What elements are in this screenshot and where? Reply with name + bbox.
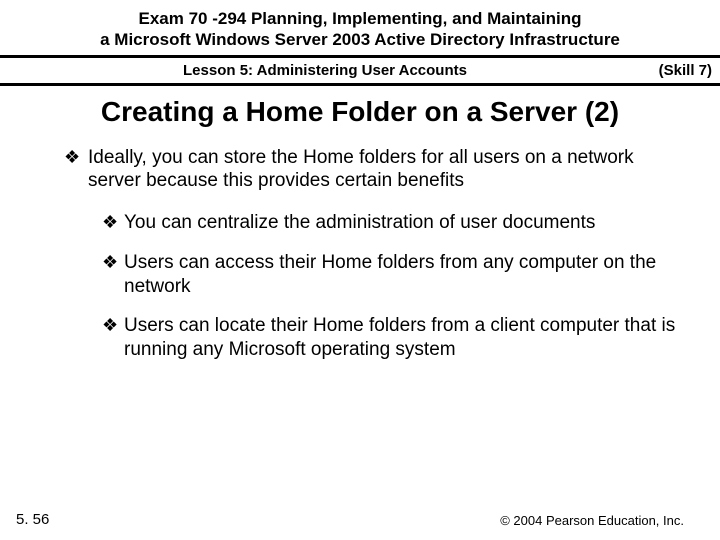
diamond-bullet-icon: ❖ (64, 146, 88, 194)
bullet-sub: ❖ Users can locate their Home folders fr… (102, 314, 680, 362)
subheader-bar: Lesson 5: Administering User Accounts (S… (0, 58, 720, 86)
footer: 5. 56 © 2004 Pearson Education, Inc. (0, 511, 720, 528)
diamond-bullet-icon: ❖ (102, 314, 124, 362)
bullet-main-text: Ideally, you can store the Home folders … (88, 146, 680, 194)
exam-header: Exam 70 -294 Planning, Implementing, and… (0, 0, 720, 58)
content-area: ❖ Ideally, you can store the Home folder… (0, 146, 720, 362)
bullet-sub-text: Users can locate their Home folders from… (124, 314, 680, 362)
bullet-sub: ❖ You can centralize the administration … (102, 211, 680, 235)
bullet-sub-text: You can centralize the administration of… (124, 211, 595, 235)
exam-line2: a Microsoft Windows Server 2003 Active D… (30, 29, 690, 50)
page-number: 5. 56 (16, 511, 49, 528)
bullet-main: ❖ Ideally, you can store the Home folder… (64, 146, 680, 194)
copyright-text: © 2004 Pearson Education, Inc. (500, 513, 684, 528)
sub-bullet-list: ❖ You can centralize the administration … (64, 211, 680, 362)
bullet-sub-text: Users can access their Home folders from… (124, 251, 680, 299)
bullet-sub: ❖ Users can access their Home folders fr… (102, 251, 680, 299)
diamond-bullet-icon: ❖ (102, 211, 124, 235)
slide-title: Creating a Home Folder on a Server (2) (0, 86, 720, 146)
skill-label: (Skill 7) (642, 62, 712, 79)
exam-line1: Exam 70 -294 Planning, Implementing, and… (30, 8, 690, 29)
diamond-bullet-icon: ❖ (102, 251, 124, 299)
lesson-title: Lesson 5: Administering User Accounts (8, 62, 642, 79)
